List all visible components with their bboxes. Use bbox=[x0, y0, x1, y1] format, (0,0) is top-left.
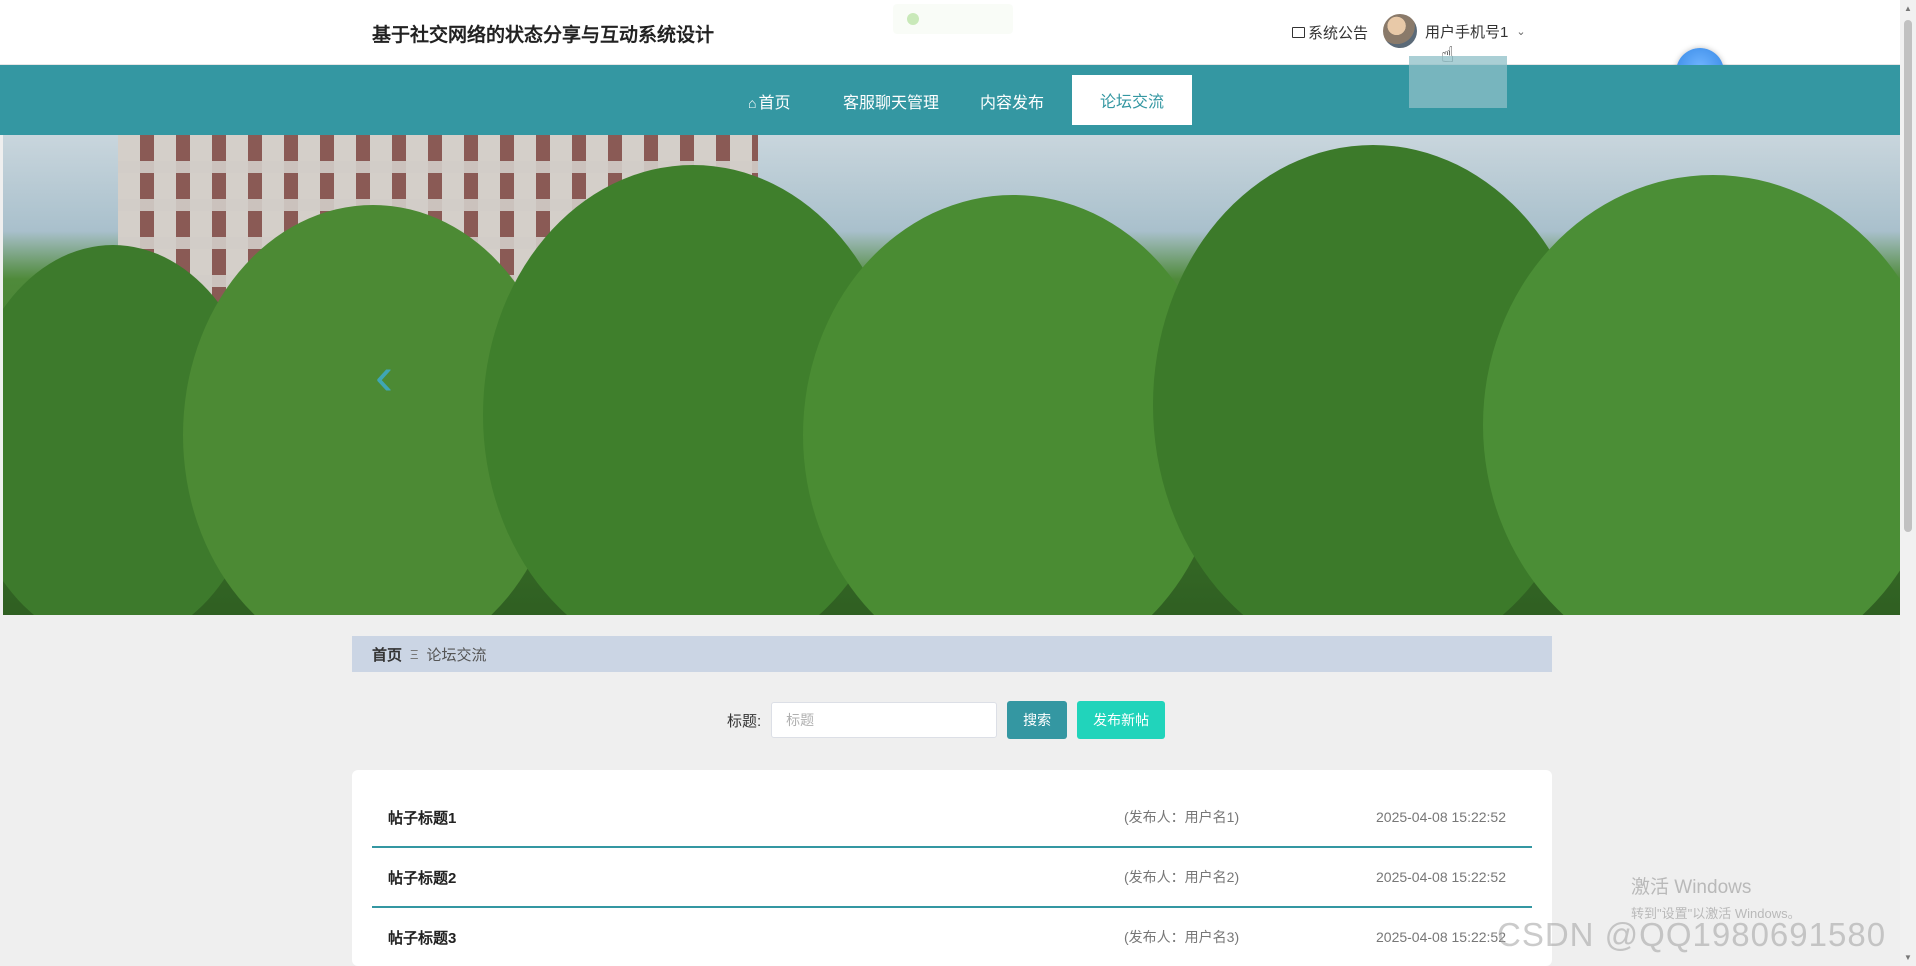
breadcrumb-home[interactable]: 首页 bbox=[372, 644, 402, 665]
nav-content-publish[interactable]: 内容发布 bbox=[980, 89, 1044, 113]
main-nav: ⌂ 首页 客服聊天管理 内容发布 论坛交流 bbox=[0, 65, 1900, 135]
top-header: 基于社交网络的状态分享与互动系统设计 系统公告 用户手机号1 ⌄ bbox=[0, 0, 1900, 65]
search-label: 标题: bbox=[727, 712, 762, 730]
nav-forum[interactable]: 论坛交流 bbox=[1072, 75, 1192, 125]
message-icon bbox=[1292, 27, 1305, 38]
post-date: 2025-04-08 15:22:52 bbox=[1376, 929, 1506, 945]
page-scrollbar[interactable]: ▲ ▼ bbox=[1900, 0, 1916, 966]
post-title[interactable]: 帖子标题1 bbox=[388, 807, 456, 828]
search-button[interactable]: 搜索 bbox=[1007, 701, 1068, 739]
post-date: 2025-04-08 15:22:52 bbox=[1376, 809, 1506, 825]
carousel-prev-icon[interactable]: ‹ bbox=[375, 345, 393, 407]
list-item[interactable]: 帖子标题1 (发布人：用户名1) 2025-04-08 15:22:52 bbox=[372, 788, 1532, 848]
post-title[interactable]: 帖子标题3 bbox=[388, 927, 456, 948]
breadcrumb: 首页 Ξ 论坛交流 bbox=[352, 636, 1552, 672]
avatar bbox=[1383, 14, 1417, 48]
banner-carousel: ‹ bbox=[3, 135, 1900, 615]
post-date: 2025-04-08 15:22:52 bbox=[1376, 869, 1506, 885]
breadcrumb-separator: Ξ bbox=[410, 646, 419, 662]
home-icon: ⌂ bbox=[748, 95, 757, 111]
list-item[interactable]: 帖子标题2 (发布人：用户名2) 2025-04-08 15:22:52 bbox=[372, 848, 1532, 908]
success-toast bbox=[893, 4, 1013, 34]
user-name: 用户手机号1 bbox=[1425, 23, 1509, 41]
system-notice-label: 系统公告 bbox=[1308, 25, 1369, 42]
post-list: 帖子标题1 (发布人：用户名1) 2025-04-08 15:22:52 帖子标… bbox=[352, 770, 1552, 966]
banner-tree bbox=[1483, 175, 1900, 615]
user-dropdown-menu bbox=[1409, 56, 1507, 108]
scroll-up-icon[interactable]: ▲ bbox=[1904, 4, 1912, 13]
windows-watermark-line1: 激活 Windows bbox=[1631, 877, 1752, 898]
system-notice-link[interactable]: 系统公告 bbox=[1292, 22, 1368, 43]
post-title[interactable]: 帖子标题2 bbox=[388, 867, 456, 888]
scroll-thumb[interactable] bbox=[1904, 20, 1912, 532]
nav-home[interactable]: ⌂ 首页 bbox=[748, 89, 790, 113]
csdn-watermark: CSDN @QQ1980691580 bbox=[1497, 916, 1887, 953]
title-search-input[interactable] bbox=[771, 702, 998, 738]
new-post-button[interactable]: 发布新帖 bbox=[1077, 701, 1166, 739]
post-author: (发布人：用户名2) bbox=[1124, 869, 1240, 885]
post-author: (发布人：用户名1) bbox=[1124, 809, 1240, 825]
breadcrumb-current: 论坛交流 bbox=[426, 646, 487, 664]
check-icon bbox=[907, 13, 919, 25]
list-item[interactable]: 帖子标题3 (发布人：用户名3) 2025-04-08 15:22:52 bbox=[372, 908, 1532, 966]
search-bar: 标题: 搜索 发布新帖 bbox=[727, 701, 1166, 739]
nav-home-label: 首页 bbox=[758, 95, 791, 112]
site-title: 基于社交网络的状态分享与互动系统设计 bbox=[372, 25, 715, 46]
scroll-down-icon[interactable]: ▼ bbox=[1904, 953, 1912, 962]
post-author: (发布人：用户名3) bbox=[1124, 929, 1240, 945]
windows-activation-watermark: 激活 Windows 转到"设置"以激活 Windows。 bbox=[1631, 872, 1801, 922]
nav-chat-admin[interactable]: 客服聊天管理 bbox=[843, 89, 939, 113]
chevron-down-icon: ⌄ bbox=[1516, 25, 1526, 38]
